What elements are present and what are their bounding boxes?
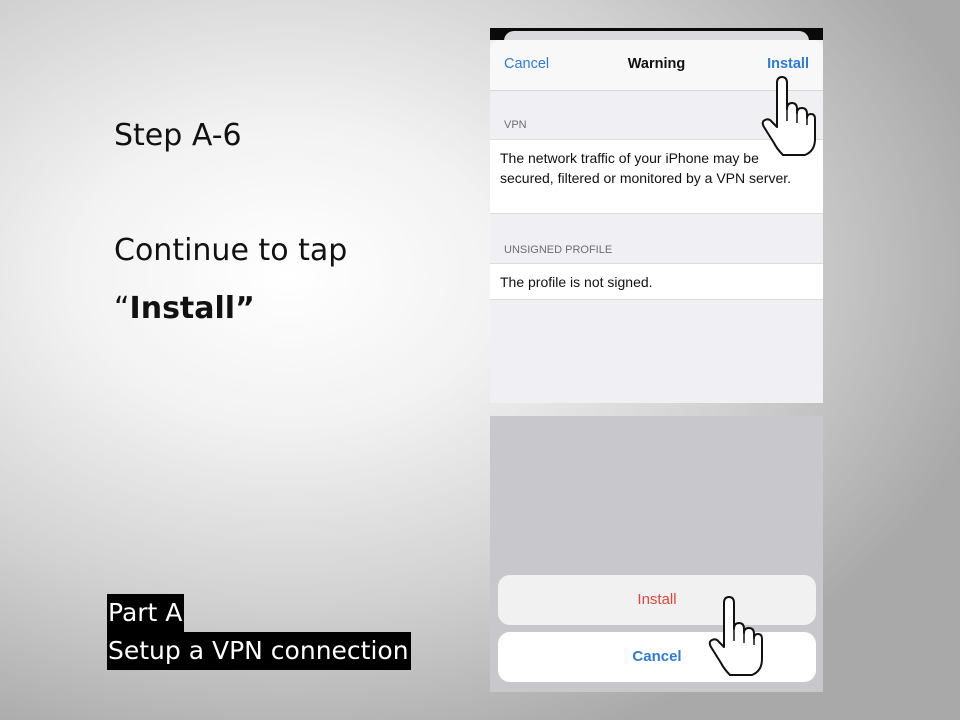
install-keyword: Install” — [129, 291, 255, 326]
pointing-hand-icon — [708, 596, 763, 676]
instruction-target: “Install” — [114, 291, 255, 326]
vpn-section-header: VPN — [504, 119, 527, 131]
pointing-hand-icon — [761, 76, 816, 156]
action-cancel-button[interactable]: Cancel — [498, 632, 816, 682]
step-title: Step A-6 — [114, 118, 242, 153]
unsigned-section-header: UNSIGNED PROFILE — [504, 244, 613, 256]
action-sheet-screenshot: Install Cancel — [490, 416, 823, 692]
quote-open: “ — [114, 291, 130, 326]
instruction-text: Continue to tap — [114, 233, 348, 268]
action-install-button[interactable]: Install — [498, 575, 816, 625]
install-button[interactable]: Install — [767, 56, 809, 72]
part-label: Part A — [107, 594, 185, 632]
unsigned-profile-text: The profile is not signed. — [490, 263, 823, 300]
part-description: Setup a VPN connection — [107, 632, 411, 670]
